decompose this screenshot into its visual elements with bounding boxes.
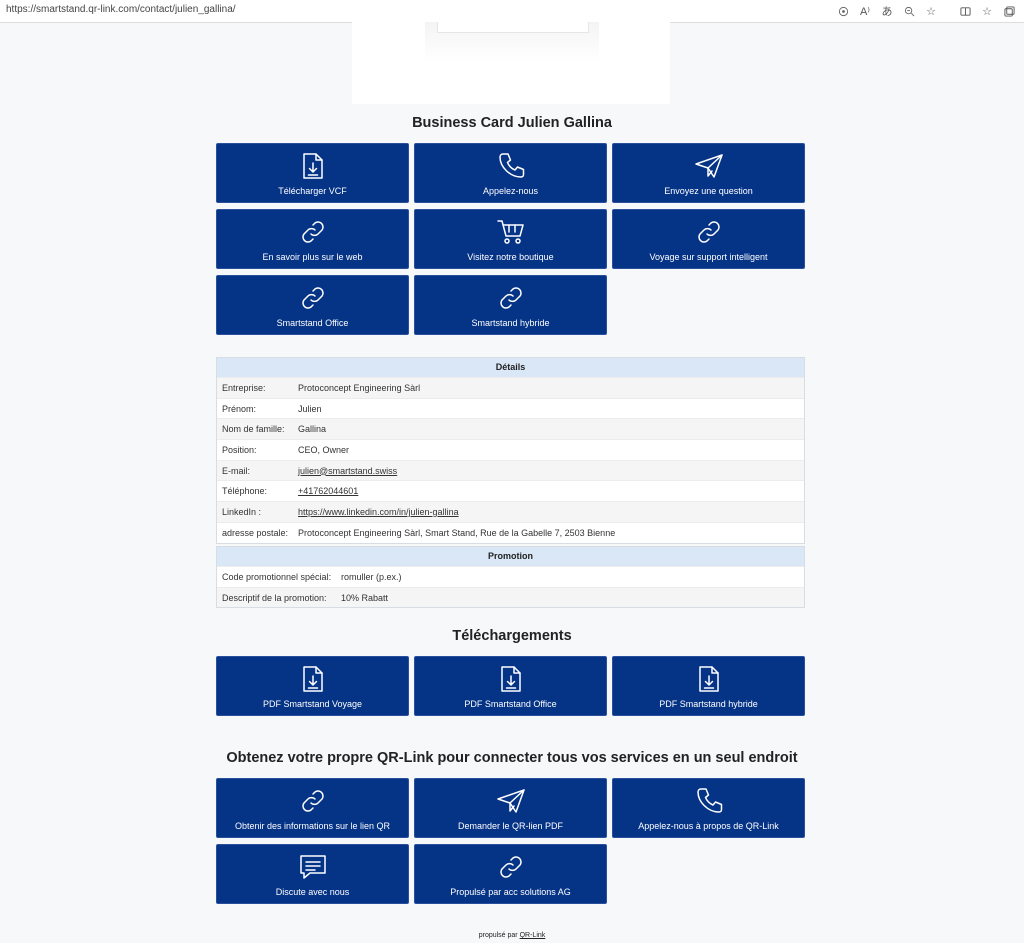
browser-icons: A⁾ あ ☆ ☆ [832,3,1020,19]
downloads-title: Téléchargements [452,628,572,644]
file-download-icon [301,665,325,693]
browser-toolbar: https://smartstand.qr-link.com/contact/j… [0,0,1024,23]
detail-row-linkedin: LinkedIn : https://www.linkedin.com/in/ju… [217,501,804,522]
phone-icon [497,152,525,180]
promotion-panel: Promotion Code promotionnel spécial: romu… [216,546,805,609]
visit-shop-button[interactable]: Visitez notre boutique [414,209,607,269]
phone-link[interactable]: +41762044601 [298,486,358,496]
promo-row-description: Descriptif de la promotion: 10% Rabatt [217,586,804,608]
details-rows: Entreprise: Protoconcept Engineering Sàrl… [217,377,804,543]
downloads-grid: PDF Smartstand Voyage PDF Smartstand Off… [216,656,805,716]
detail-row-phone: Téléphone: +41762044601 [217,480,804,501]
call-about-qr-button[interactable]: Appelez-nous à propos de QR-Link [612,778,805,838]
address-bar[interactable]: https://smartstand.qr-link.com/contact/j… [6,4,236,15]
link-icon [696,218,722,246]
smartstand-office-button[interactable]: Smartstand Office [216,275,409,335]
qr-link-grid: Obtenir des informations sur le lien QR … [216,778,805,904]
download-vcf-button[interactable]: Télécharger VCF [216,143,409,203]
read-aloud-icon[interactable]: A⁾ [854,3,876,19]
link-icon [300,787,326,815]
file-download-icon [697,665,721,693]
details-panel: Détails Entreprise: Protoconcept Engineer… [216,357,805,544]
detail-row-address: adresse postale: Protoconcept Engineering… [217,521,804,543]
powered-by-acc-button[interactable]: Propulsé par acc solutions AG [414,844,607,904]
qr-info-button[interactable]: Obtenir des informations sur le lien QR [216,778,409,838]
link-icon [498,853,524,881]
link-icon [498,284,524,312]
split-screen-icon[interactable] [954,3,976,19]
location-icon[interactable] [832,3,854,19]
detail-row-firstname: Prénom: Julien [217,397,804,419]
learn-more-web-button[interactable]: En savoir plus sur le web [216,209,409,269]
detail-row-position: Position: CEO, Owner [217,439,804,460]
call-us-button[interactable]: Appelez-nous [414,143,607,203]
detail-row-email: E-mail: julien@smartstand.swiss [217,459,804,481]
smartstand-hybrid-button[interactable]: Smartstand hybride [414,275,607,335]
translate-icon[interactable]: あ [876,3,898,19]
page-title: Business Card Julien Gallina [412,115,612,131]
collections-icon[interactable] [998,3,1020,19]
action-grid: Télécharger VCF Appelez-nous Envoyez une… [216,143,805,335]
send-question-button[interactable]: Envoyez une question [612,143,805,203]
email-link[interactable]: julien@smartstand.swiss [298,466,397,476]
cart-icon [496,218,526,246]
detail-row-lastname: Nom de famille: Gallina [217,418,804,440]
file-download-icon [301,152,325,180]
link-icon [300,218,326,246]
request-qr-pdf-button[interactable]: Demander le QR-lien PDF [414,778,607,838]
zoom-icon[interactable] [898,3,920,19]
pdf-office-button[interactable]: PDF Smartstand Office [414,656,607,716]
favorites-icon[interactable]: ☆ [976,3,998,19]
send-icon [694,152,724,180]
link-icon [300,284,326,312]
chat-with-us-button[interactable]: Discute avec nous [216,844,409,904]
pdf-voyage-button[interactable]: PDF Smartstand Voyage [216,656,409,716]
qr-link-title: Obtenez votre propre QR-Link pour connec… [226,750,798,766]
promotion-heading: Promotion [217,547,804,566]
qr-link-footer-link[interactable]: QR-Link [520,932,546,939]
send-icon [496,787,526,815]
header-image [352,22,670,104]
file-download-icon [499,665,523,693]
details-heading: Détails [217,358,804,377]
linkedin-link[interactable]: https://www.linkedin.com/in/julien-galli… [298,507,459,517]
phone-icon [695,787,723,815]
promo-row-code: Code promotionnel spécial: romuller (p.ex… [217,566,804,587]
detail-row-company: Entreprise: Protoconcept Engineering Sàrl [217,377,804,398]
smart-travel-button[interactable]: Voyage sur support intelligent [612,209,805,269]
footer: propulsé par QR-Link [478,932,546,939]
favorite-icon[interactable]: ☆ [920,3,942,19]
chat-icon [298,853,328,881]
pdf-hybrid-button[interactable]: PDF Smartstand hybride [612,656,805,716]
